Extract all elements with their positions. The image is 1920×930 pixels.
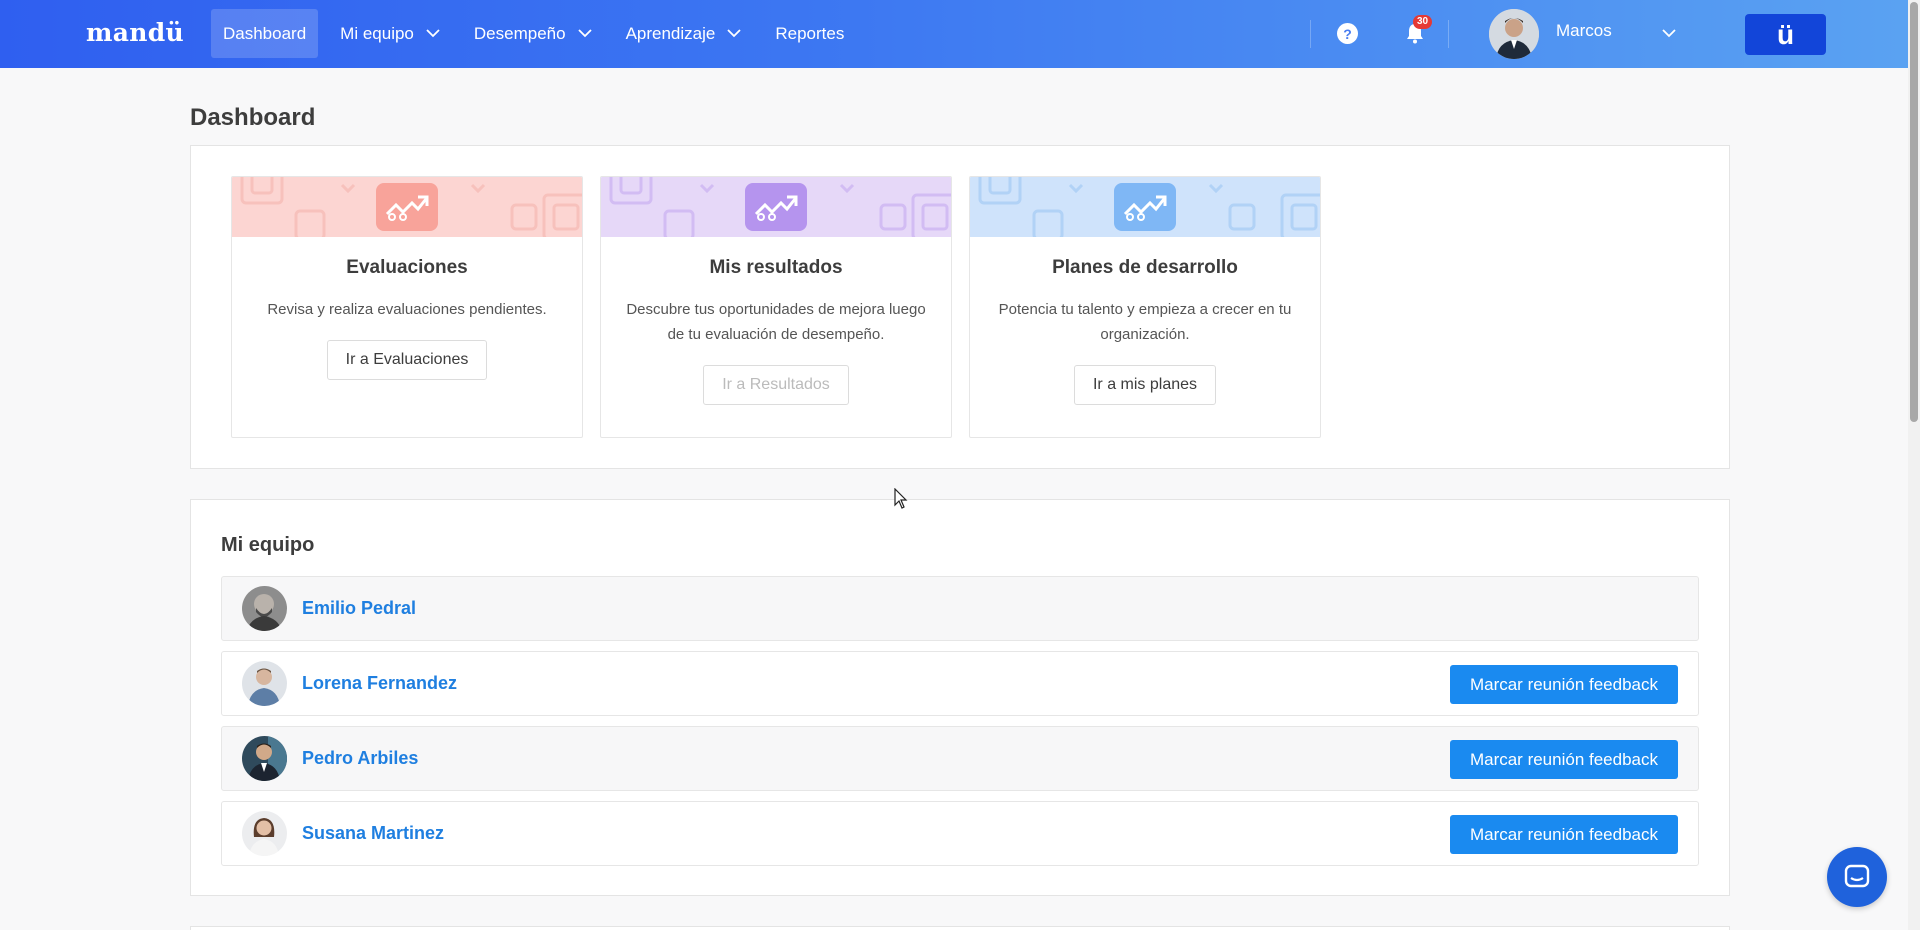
nav-item-mi-equipo[interactable]: Mi equipo (328, 9, 452, 58)
user-avatar[interactable] (1489, 9, 1539, 59)
card-banner (232, 177, 582, 237)
card-description: Potencia tu talento y empieza a crecer e… (998, 301, 1292, 343)
top-navbar: mandü Dashboard Mi equipo Desempeño Apre… (0, 0, 1908, 68)
card-mis-resultados: Mis resultados Descubre tus oportunidade… (600, 176, 952, 438)
growth-chart-icon (745, 183, 807, 231)
avatar (242, 811, 287, 856)
card-evaluaciones: Evaluaciones Revisa y realiza evaluacion… (231, 176, 583, 438)
team-member-row: Emilio Pedral (221, 576, 1699, 641)
help-icon[interactable]: ? (1337, 23, 1358, 44)
growth-chart-icon (376, 183, 438, 231)
team-member-name[interactable]: Emilio Pedral (302, 598, 416, 619)
chevron-down-icon[interactable] (1662, 29, 1676, 38)
nav-item-label: Aprendizaje (625, 23, 716, 43)
avatar (242, 661, 287, 706)
nav-divider (1448, 20, 1449, 48)
quick-access-panel: Evaluaciones Revisa y realiza evaluacion… (190, 145, 1730, 469)
nav-item-label: Desempeño (473, 23, 566, 43)
card-banner (970, 177, 1320, 237)
card-planes-desarrollo: Planes de desarrollo Potencia tu talento… (969, 176, 1321, 438)
nav-item-desempeno[interactable]: Desempeño (462, 9, 604, 58)
card-description: Revisa y realiza evaluaciones pendientes… (267, 301, 547, 318)
team-member-row: Pedro Arbiles Marcar reunión feedback (221, 726, 1699, 791)
scrollbar-thumb[interactable] (1910, 2, 1918, 422)
nav-item-reportes[interactable]: Reportes (763, 9, 856, 58)
team-member-name[interactable]: Pedro Arbiles (302, 748, 418, 769)
chevron-down-icon (727, 29, 741, 38)
nav-divider (1310, 20, 1311, 48)
schedule-feedback-button[interactable]: Marcar reunión feedback (1449, 665, 1678, 704)
page-scrollbar[interactable] (1908, 0, 1920, 930)
chat-icon (1844, 864, 1870, 888)
section-title: Mi equipo (221, 534, 315, 556)
next-panel (190, 926, 1730, 930)
team-member-row: Susana Martinez Marcar reunión feedback (221, 801, 1699, 866)
schedule-feedback-button[interactable]: Marcar reunión feedback (1449, 740, 1678, 779)
avatar (242, 736, 287, 781)
schedule-feedback-button[interactable]: Marcar reunión feedback (1449, 815, 1678, 854)
team-member-name[interactable]: Lorena Fernandez (302, 673, 457, 694)
nav-item-dashboard[interactable]: Dashboard (211, 9, 319, 58)
nav-item-label: Dashboard (223, 23, 307, 43)
team-member-name[interactable]: Susana Martinez (302, 823, 444, 844)
mouse-cursor-icon (894, 488, 908, 509)
go-to-results-button[interactable]: Ir a Resultados (703, 365, 849, 405)
user-name[interactable]: Marcos (1556, 21, 1612, 41)
card-description: Descubre tus oportunidades de mejora lue… (626, 301, 926, 343)
avatar (242, 586, 287, 631)
brand-logo[interactable]: mandü (86, 18, 184, 47)
nav-item-label: Reportes (775, 23, 845, 43)
card-title: Mis resultados (709, 257, 843, 278)
user-avatar-image (1489, 9, 1539, 59)
card-banner (601, 177, 951, 237)
brand-app-button[interactable]: ü (1745, 14, 1826, 55)
go-to-evaluations-button[interactable]: Ir a Evaluaciones (326, 340, 488, 380)
main-nav: Dashboard Mi equipo Desempeño Aprendizaj… (211, 9, 866, 58)
page-title: Dashboard (190, 104, 316, 131)
card-title: Evaluaciones (346, 257, 468, 278)
my-team-panel: Mi equipo Emilio Pedral Lorena Fernandez… (190, 499, 1730, 896)
team-member-row: Lorena Fernandez Marcar reunión feedback (221, 651, 1699, 716)
notifications-badge: 30 (1413, 15, 1433, 29)
nav-item-label: Mi equipo (340, 23, 414, 43)
chevron-down-icon (426, 29, 440, 38)
growth-chart-icon (1114, 183, 1176, 231)
card-title: Planes de desarrollo (1052, 257, 1238, 278)
nav-item-aprendizaje[interactable]: Aprendizaje (614, 9, 754, 58)
chat-launcher-button[interactable] (1827, 847, 1887, 907)
go-to-plans-button[interactable]: Ir a mis planes (1073, 365, 1217, 405)
chevron-down-icon (577, 29, 592, 38)
